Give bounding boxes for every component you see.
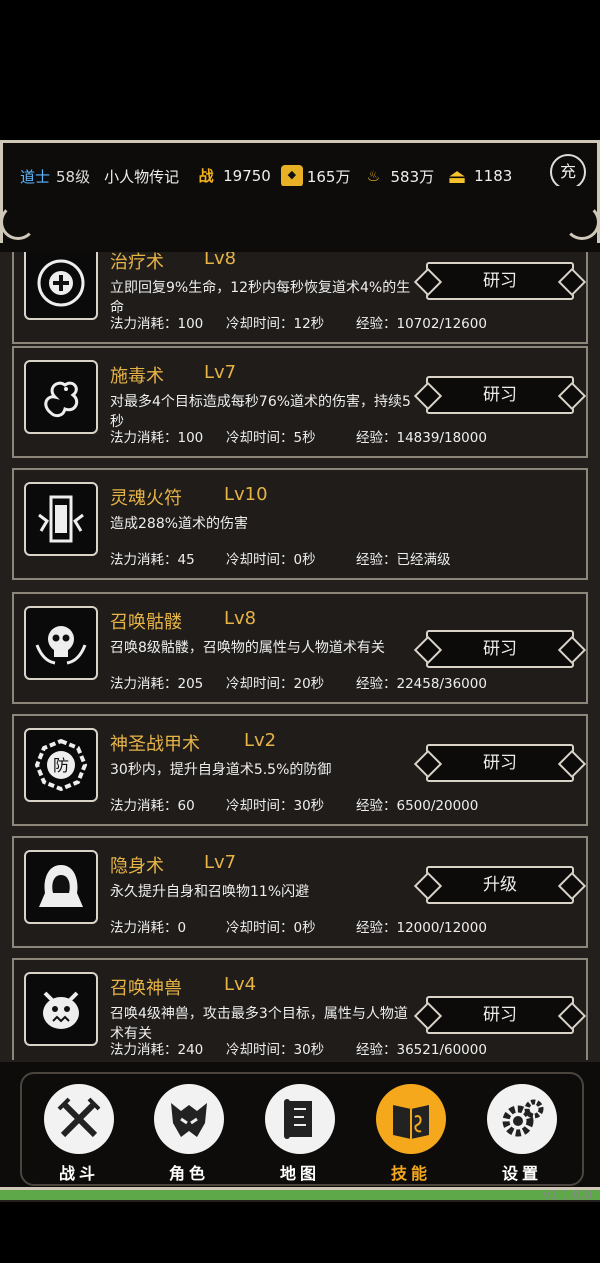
bagua-shield-icon: 防 [24,728,98,802]
version-label: v1.1.0.0 [542,1188,592,1202]
coin-value: 165万 [306,167,351,186]
character-title: 小人物传记 [104,167,180,186]
nav-label: 地图 [279,1164,320,1183]
recharge-button[interactable]: 充 [550,154,586,190]
study-button[interactable]: 研习 [426,744,574,782]
bottom-nav: 战斗 角色 地图 技能 设置 [0,1062,600,1190]
crossed-swords-icon [44,1084,114,1154]
skill-level: Lv7 [204,362,237,383]
study-button[interactable]: 研习 [426,376,574,414]
nav-label: 角色 [168,1164,209,1183]
helmet-icon [154,1084,224,1154]
skill-exp: 经验：36521/60000 [356,1042,487,1058]
skill-card: 防 神圣战甲术 Lv2 30秒内，提升自身道术5.5%的防御 法力消耗：60 冷… [12,714,588,826]
skill-stats: 法力消耗：45 冷却时间：0秒 经验：已经满级 [110,548,451,568]
skill-stats: 法力消耗：60 冷却时间：30秒 经验：6500/20000 [110,794,478,814]
gears-icon [487,1084,557,1154]
nav-item-skills[interactable]: 技能 [374,1084,448,1184]
skill-mana-cost: 法力消耗：0 [110,920,187,936]
skill-card: 治疗术 Lv8 立即回复9%生命，12秒内每秒恢复道术4%的生命 法力消耗：10… [12,252,588,344]
nav-item-character[interactable]: 角色 [152,1084,226,1184]
skill-level: Lv7 [204,852,237,873]
skill-cooldown: 冷却时间：12秒 [226,316,325,332]
skill-description: 造成288%道术的伤害 [110,516,249,532]
skill-stats: 法力消耗：100 冷却时间：5秒 经验：14839/18000 [110,426,487,446]
talisman-icon [24,482,98,556]
heal-cross-icon [24,252,98,320]
nav-label: 技能 [390,1164,431,1183]
nav-item-map[interactable]: 地图 [263,1084,337,1184]
beast-icon [24,972,98,1046]
class-name: 道士 [20,167,51,186]
skill-name: 神圣战甲术 [110,734,200,755]
svg-text:防: 防 [53,756,69,775]
combat-power-icon: 战 [198,167,214,185]
skill-stats: 法力消耗：100 冷却时间：12秒 经验：10702/12600 [110,312,487,332]
skull-icon [24,606,98,680]
study-button[interactable]: 研习 [426,262,574,300]
skill-level: Lv8 [204,252,237,269]
skill-level: Lv8 [224,608,257,629]
skill-card: 隐身术 Lv7 永久提升自身和召唤物11%闪避 法力消耗：0 冷却时间：0秒 经… [12,836,588,948]
skill-cooldown: 冷却时间：5秒 [226,430,316,446]
gold-value: 1183 [474,167,513,185]
nav-item-battle[interactable]: 战斗 [42,1084,116,1184]
skill-cooldown: 冷却时间：30秒 [226,1042,325,1058]
player-level: 58级 [56,167,91,186]
skill-exp: 经验：6500/20000 [356,798,479,814]
nav-item-settings[interactable]: 设置 [485,1084,559,1184]
combat-power-value: 19750 [223,167,271,185]
skill-description: 30秒内，提升自身道术5.5%的防御 [110,762,332,778]
skill-card: 召唤骷髅 Lv8 召唤8级骷髅，召唤物的属性与人物道术有关 法力消耗：205 冷… [12,592,588,704]
skill-exp: 经验：22458/36000 [356,676,487,692]
gourd-icon: ♨ [366,167,381,185]
skill-name: 灵魂火符 [110,488,182,509]
nav-label: 战斗 [58,1164,99,1183]
copper-coin-icon: ◆ [280,165,303,187]
nav-label: 设置 [501,1164,542,1183]
skill-mana-cost: 法力消耗：205 [110,676,204,692]
skill-mana-cost: 法力消耗：100 [110,430,204,446]
skill-name: 治疗术 [110,252,164,273]
skill-cooldown: 冷却时间：0秒 [226,920,316,936]
skill-level: Lv2 [244,730,277,751]
spellbook-icon [376,1084,446,1154]
skill-stats: 法力消耗：0 冷却时间：0秒 经验：12000/12000 [110,916,487,936]
skill-name: 召唤骷髅 [110,612,182,633]
map-scroll-icon [265,1084,335,1154]
skill-exp: 经验：14839/18000 [356,430,487,446]
skill-name: 施毒术 [110,366,164,387]
gourd-value: 583万 [390,167,435,186]
skill-exp: 经验：12000/12000 [356,920,487,936]
skill-mana-cost: 法力消耗：100 [110,316,204,332]
skill-exp: 经验：已经满级 [356,552,451,568]
skill-cooldown: 冷却时间：0秒 [226,552,316,568]
study-button[interactable]: 研习 [426,630,574,668]
skill-description: 永久提升自身和召唤物11%闪避 [110,884,310,900]
skill-card: 施毒术 Lv7 对最多4个目标造成每秒76%道术的伤害，持续5秒 法力消耗：10… [12,346,588,458]
skill-name: 隐身术 [110,856,164,877]
skill-mana-cost: 法力消耗：240 [110,1042,204,1058]
skill-mana-cost: 法力消耗：45 [110,552,195,568]
progress-bar [0,1190,600,1200]
skill-card: 召唤神兽 Lv4 召唤4级神兽，攻击最多3个目标，属性与人物道术有关 法力消耗：… [12,958,588,1060]
skill-level: Lv10 [224,484,268,505]
skill-exp: 经验：10702/12600 [356,316,487,332]
skill-name: 召唤神兽 [110,978,182,999]
gold-ingot-icon: ⏏ [447,164,467,188]
header-ornament [0,186,600,248]
skill-cooldown: 冷却时间：30秒 [226,798,325,814]
skill-cooldown: 冷却时间：20秒 [226,676,325,692]
study-button[interactable]: 研习 [426,996,574,1034]
skill-list[interactable]: 治疗术 Lv8 立即回复9%生命，12秒内每秒恢复道术4%的生命 法力消耗：10… [12,252,588,1060]
skill-mana-cost: 法力消耗：60 [110,798,195,814]
upgrade-button[interactable]: 升级 [426,866,574,904]
hood-icon [24,850,98,924]
skill-stats: 法力消耗：205 冷却时间：20秒 经验：22458/36000 [110,672,487,692]
skill-card: 灵魂火符 Lv10 造成288%道术的伤害 法力消耗：45 冷却时间：0秒 经验… [12,468,588,580]
skill-description: 召唤8级骷髅，召唤物的属性与人物道术有关 [110,640,385,656]
skill-level: Lv4 [224,974,257,995]
skill-stats: 法力消耗：240 冷却时间：30秒 经验：36521/60000 [110,1038,487,1058]
poison-dragon-icon [24,360,98,434]
